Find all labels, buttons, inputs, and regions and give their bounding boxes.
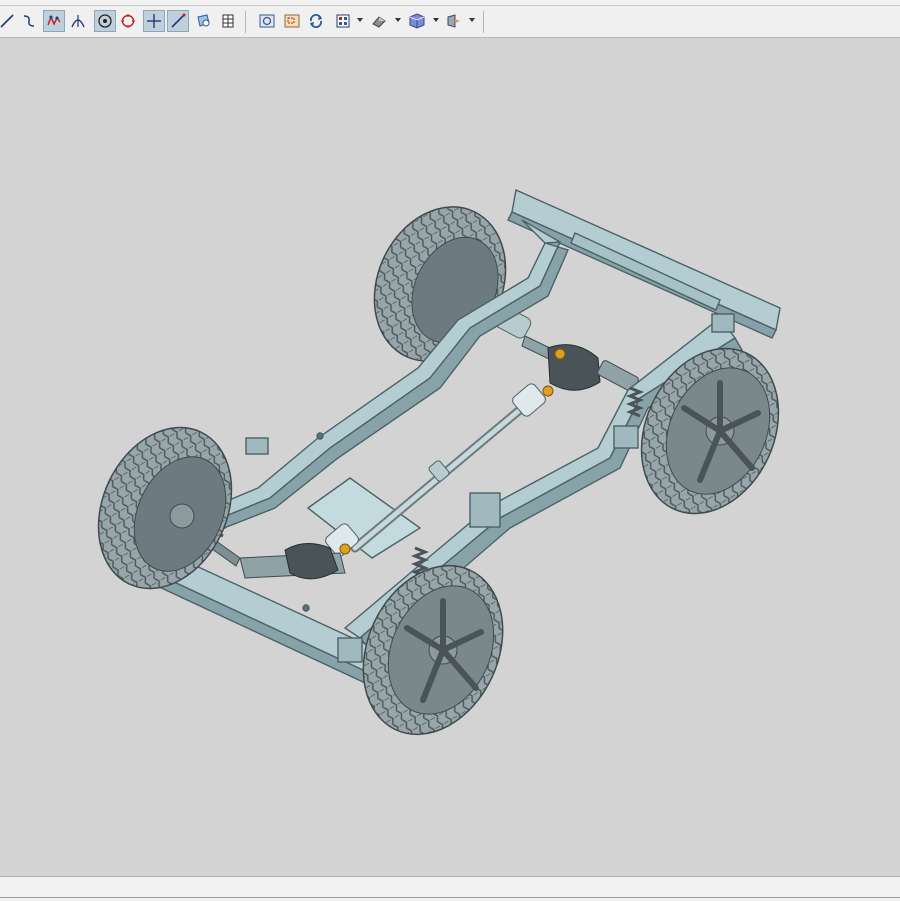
curve-icon[interactable] bbox=[18, 10, 40, 32]
cube-view-icon[interactable] bbox=[406, 10, 428, 32]
orient-view-icon[interactable] bbox=[332, 10, 354, 32]
snap-curve-icon[interactable] bbox=[43, 10, 65, 32]
wheel-front-left[interactable] bbox=[73, 406, 256, 611]
toolbar-separator bbox=[245, 11, 246, 33]
wheel-front-right[interactable] bbox=[337, 543, 529, 757]
intersection-icon[interactable] bbox=[67, 10, 89, 32]
fit-view-icon[interactable] bbox=[256, 10, 278, 32]
grid-table-icon[interactable] bbox=[217, 10, 239, 32]
face-select-icon[interactable] bbox=[192, 10, 214, 32]
crosshair-icon[interactable] bbox=[143, 10, 165, 32]
line-icon[interactable] bbox=[0, 10, 18, 32]
status-bar bbox=[0, 876, 900, 901]
chevron-down-icon[interactable] bbox=[395, 18, 401, 22]
circle-center-icon[interactable] bbox=[117, 10, 139, 32]
rotate-icon[interactable] bbox=[305, 10, 327, 32]
chevron-down-icon[interactable] bbox=[469, 18, 475, 22]
status-divider bbox=[0, 897, 900, 898]
graphics-viewport[interactable] bbox=[0, 38, 900, 876]
render-style-icon[interactable] bbox=[368, 10, 390, 32]
toolbar-separator bbox=[483, 11, 484, 33]
chevron-down-icon[interactable] bbox=[357, 18, 363, 22]
wheel-rear-right[interactable] bbox=[616, 326, 805, 536]
slash-line-icon[interactable] bbox=[167, 10, 189, 32]
vehicle-chassis-model[interactable] bbox=[0, 38, 900, 876]
zoom-region-icon[interactable] bbox=[281, 10, 303, 32]
section-view-icon[interactable] bbox=[443, 10, 465, 32]
toolbar bbox=[0, 6, 900, 38]
point-on-face-icon[interactable] bbox=[94, 10, 116, 32]
chevron-down-icon[interactable] bbox=[433, 18, 439, 22]
